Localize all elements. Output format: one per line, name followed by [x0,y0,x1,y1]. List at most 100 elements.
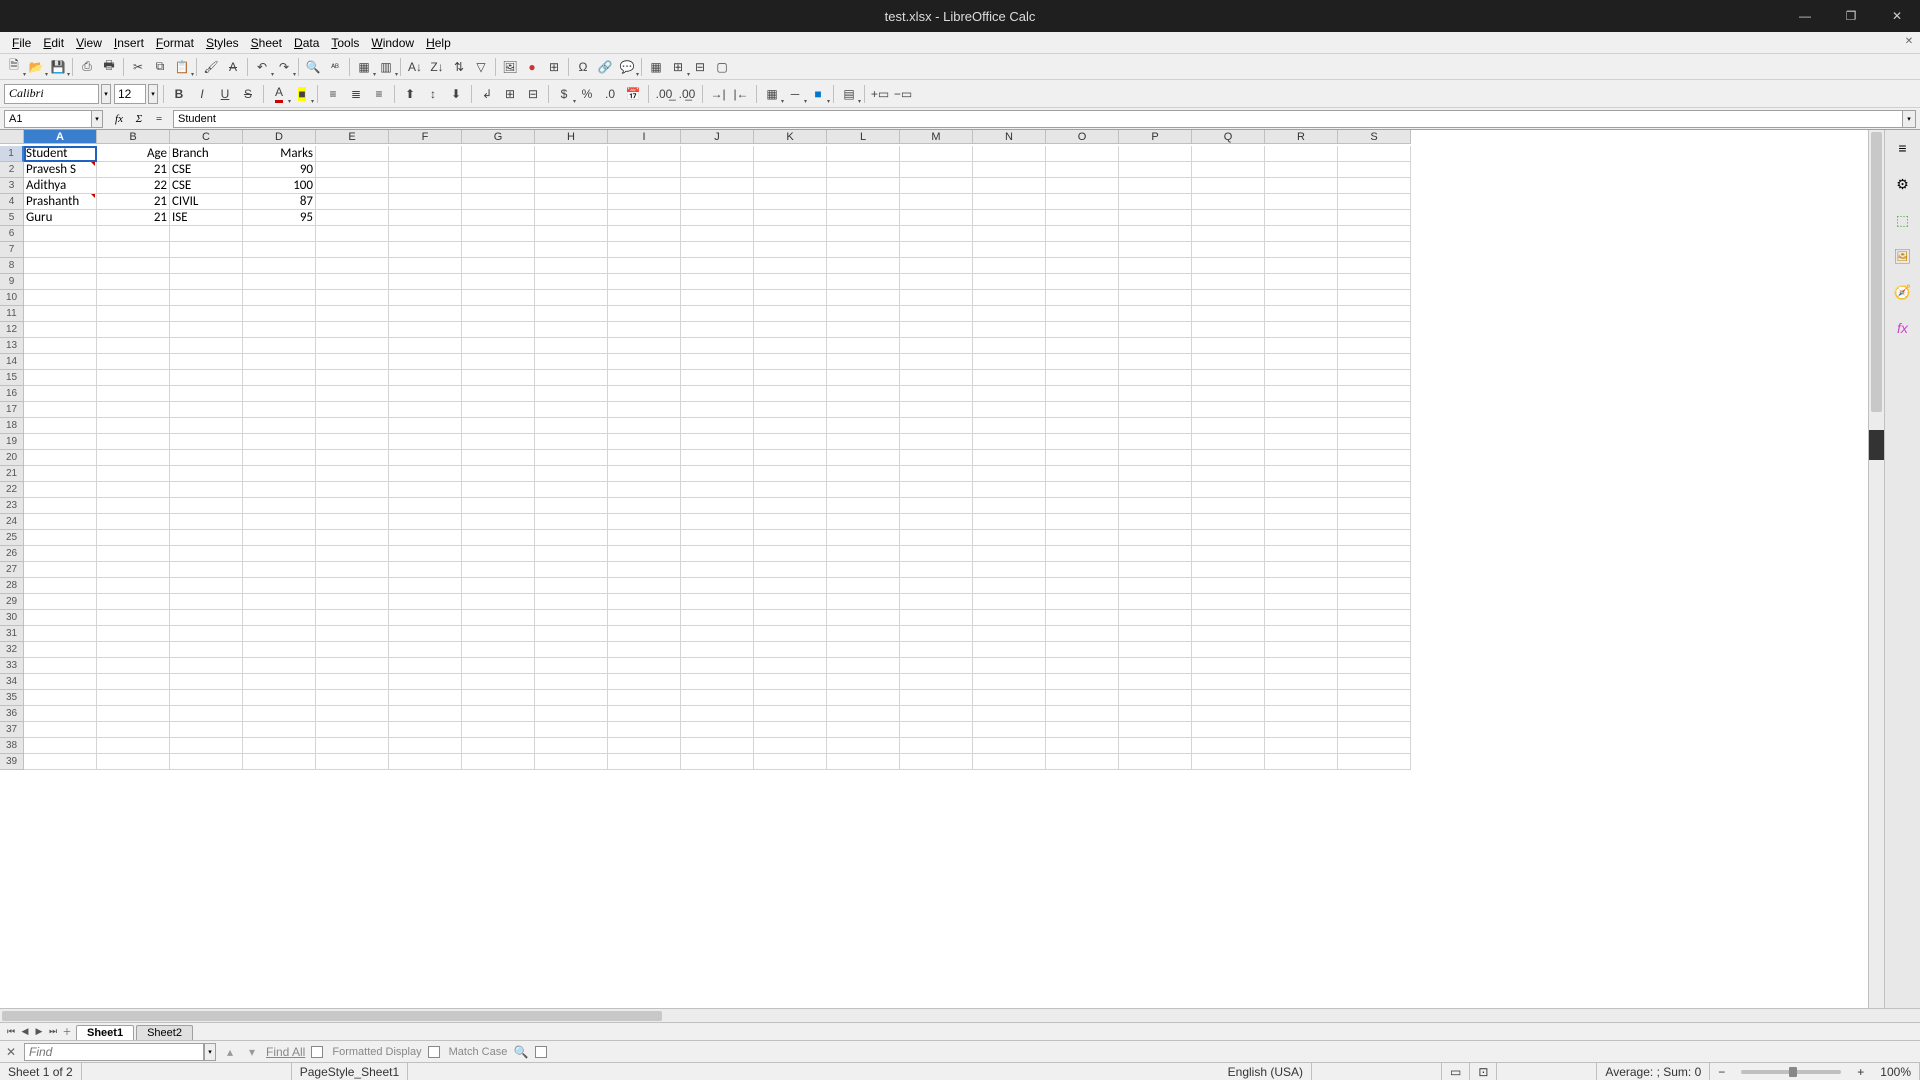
cell-G38[interactable] [462,738,535,754]
cell-K27[interactable] [754,562,827,578]
cell-J8[interactable] [681,258,754,274]
name-box-dropdown[interactable]: ▾ [91,110,103,128]
cell-O30[interactable] [1046,610,1119,626]
cell-O12[interactable] [1046,322,1119,338]
row-header-14[interactable]: 14 [0,354,24,370]
cell-K1[interactable] [754,146,827,162]
tab-first-button[interactable]: ⏮ [4,1025,18,1039]
font-name-dropdown[interactable]: ▾ [101,84,111,104]
cell-H33[interactable] [535,658,608,674]
row-header-36[interactable]: 36 [0,706,24,722]
align-left-button[interactable]: ≡ [323,84,343,104]
row-header-19[interactable]: 19 [0,434,24,450]
sidebar-settings-icon[interactable]: ≡ [1891,136,1915,160]
cell-N38[interactable] [973,738,1046,754]
summary-label[interactable]: Average: ; Sum: 0 [1597,1063,1710,1080]
cell-D2[interactable]: 90 [243,162,316,178]
cell-P10[interactable] [1119,290,1192,306]
cell-N32[interactable] [973,642,1046,658]
cell-Q30[interactable] [1192,610,1265,626]
cell-A32[interactable] [24,642,97,658]
row-header-1[interactable]: 1 [0,146,24,162]
cell-L3[interactable] [827,178,900,194]
cell-K35[interactable] [754,690,827,706]
cell-S12[interactable] [1338,322,1411,338]
cell-D35[interactable] [243,690,316,706]
cell-S21[interactable] [1338,466,1411,482]
cell-G15[interactable] [462,370,535,386]
cell-Q6[interactable] [1192,226,1265,242]
cell-H1[interactable] [535,146,608,162]
zoom-label[interactable]: 100% [1872,1063,1920,1080]
cell-S29[interactable] [1338,594,1411,610]
cell-L12[interactable] [827,322,900,338]
cell-R3[interactable] [1265,178,1338,194]
cell-F6[interactable] [389,226,462,242]
cell-I15[interactable] [608,370,681,386]
cell-L27[interactable] [827,562,900,578]
col-header-D[interactable]: D [243,130,316,144]
cell-M7[interactable] [900,242,973,258]
cell-I7[interactable] [608,242,681,258]
cell-B28[interactable] [97,578,170,594]
cell-L4[interactable] [827,194,900,210]
cell-O13[interactable] [1046,338,1119,354]
cell-O17[interactable] [1046,402,1119,418]
cell-J9[interactable] [681,274,754,290]
cell-G23[interactable] [462,498,535,514]
cell-L31[interactable] [827,626,900,642]
cell-O11[interactable] [1046,306,1119,322]
cell-J26[interactable] [681,546,754,562]
cell-N35[interactable] [973,690,1046,706]
cell-O21[interactable] [1046,466,1119,482]
cell-S30[interactable] [1338,610,1411,626]
cell-N12[interactable] [973,322,1046,338]
cell-A14[interactable] [24,354,97,370]
cell-F2[interactable] [389,162,462,178]
cell-S2[interactable] [1338,162,1411,178]
find-next-button[interactable]: ▾ [244,1045,260,1059]
cell-K20[interactable] [754,450,827,466]
menu-sheet[interactable]: Sheet [245,34,288,52]
cell-K13[interactable] [754,338,827,354]
row-header-16[interactable]: 16 [0,386,24,402]
sort-asc-button[interactable]: A↓ [405,57,425,77]
cell-S32[interactable] [1338,642,1411,658]
cell-B30[interactable] [97,610,170,626]
percent-button[interactable]: % [577,84,597,104]
find-prev-button[interactable]: ▴ [222,1045,238,1059]
cell-D7[interactable] [243,242,316,258]
cell-P31[interactable] [1119,626,1192,642]
cell-O38[interactable] [1046,738,1119,754]
cell-G13[interactable] [462,338,535,354]
cell-I14[interactable] [608,354,681,370]
cell-P16[interactable] [1119,386,1192,402]
cell-F9[interactable] [389,274,462,290]
cell-P1[interactable] [1119,146,1192,162]
cell-Q36[interactable] [1192,706,1265,722]
cell-R10[interactable] [1265,290,1338,306]
cell-O39[interactable] [1046,754,1119,770]
cell-M35[interactable] [900,690,973,706]
cell-R37[interactable] [1265,722,1338,738]
cell-Q15[interactable] [1192,370,1265,386]
cell-S33[interactable] [1338,658,1411,674]
cell-I22[interactable] [608,482,681,498]
cell-N23[interactable] [973,498,1046,514]
cell-D13[interactable] [243,338,316,354]
cell-E1[interactable] [316,146,389,162]
cell-R4[interactable] [1265,194,1338,210]
row-header-26[interactable]: 26 [0,546,24,562]
cell-J38[interactable] [681,738,754,754]
cell-P14[interactable] [1119,354,1192,370]
cell-D23[interactable] [243,498,316,514]
cell-Q16[interactable] [1192,386,1265,402]
cell-Q38[interactable] [1192,738,1265,754]
cell-Q34[interactable] [1192,674,1265,690]
cell-L17[interactable] [827,402,900,418]
cell-K8[interactable] [754,258,827,274]
cell-P26[interactable] [1119,546,1192,562]
cell-A27[interactable] [24,562,97,578]
cell-Q29[interactable] [1192,594,1265,610]
cell-R18[interactable] [1265,418,1338,434]
